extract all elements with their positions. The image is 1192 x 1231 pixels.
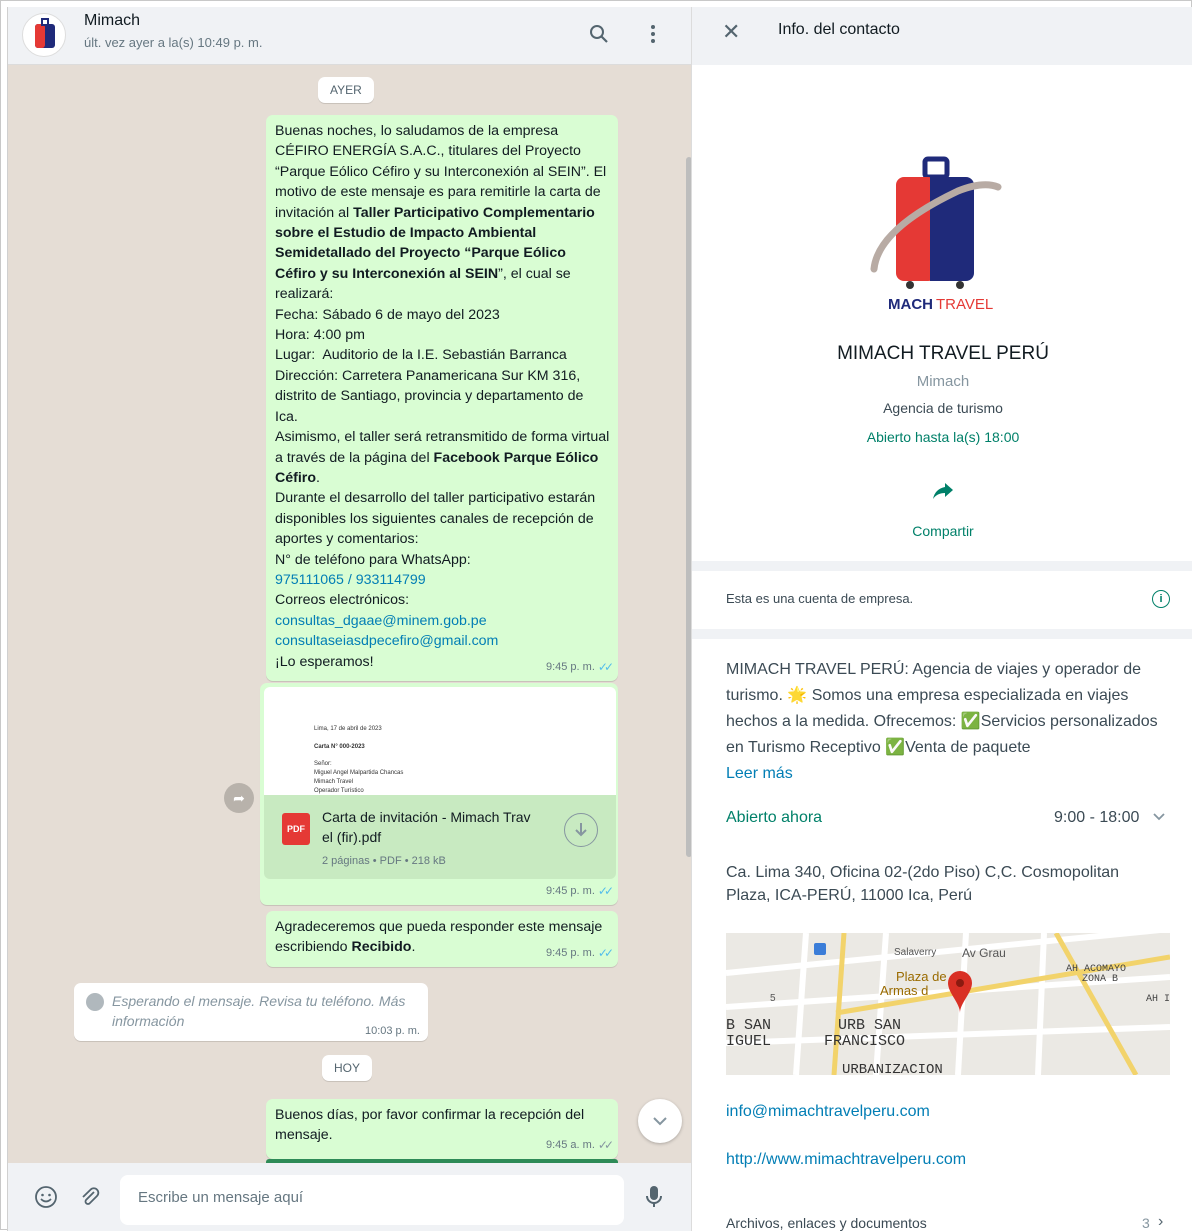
message-time: 9:45 p. m. ✓✓ [546,943,614,963]
profile-card: MACH TRAVEL MIMACH TRAVEL PERÚ Mimach Ag… [692,65,1192,561]
waiting-text: Esperando el mensaje. Revisa tu teléfono… [112,993,406,1029]
business-description: MIMACH TRAVEL PERÚ: Agencia de viajes y … [726,657,1174,787]
svg-text:Salaverry: Salaverry [894,947,936,958]
document-bar[interactable]: PDF Carta de invitación - Mimach Trav el… [264,795,616,879]
contact-avatar[interactable] [22,13,66,57]
svg-text:Armas d: Armas d [880,983,928,998]
svg-text:URB SAN: URB SAN [838,1017,901,1034]
message-time: 9:45 p. m. ✓✓ [546,881,614,901]
search-icon[interactable] [586,21,612,47]
message-time: 10:03 p. m. [364,1025,420,1037]
files-links-docs[interactable]: Archivos, enlaces y documentos [726,1215,927,1231]
hours-summary: Abierto hasta la(s) 18:00 [692,429,1192,445]
svg-text:Av Grau: Av Grau [962,946,1006,960]
share-icon[interactable] [692,481,1192,505]
location-map[interactable]: Salaverry Av Grau Plaza de Armas d 5 B S… [726,933,1170,1075]
message-text: Buenas noches, lo saludamos de la empres… [275,123,614,670]
contact-info-pane: ✕ Info. del contacto MACH TRAVEL MIMACH … [691,7,1192,1231]
chat-header[interactable]: Mimach últ. vez ayer a la(s) 10:49 p. m. [8,7,691,65]
open-status: Abierto hasta la(s) 18:00 [866,429,1020,445]
phone-link[interactable]: 975111065 / 933114799 [275,572,426,588]
info-icon[interactable]: i [1152,590,1170,608]
document-meta: 2 páginas • PDF • 218 kB [322,855,446,867]
business-notice[interactable]: Esta es una cuenta de empresa. i [692,571,1192,629]
business-details: MIMACH TRAVEL PERÚ: Agencia de viajes y … [692,639,1192,1231]
svg-text:IGUEL: IGUEL [726,1033,771,1050]
business-name: MIMACH TRAVEL PERÚ [837,343,1049,364]
business-logo[interactable]: MACH TRAVEL [858,151,1008,317]
message-time: 9:45 p. m. ✓✓ [546,657,614,677]
clock-icon [86,993,104,1011]
date-separator-today: HOY [322,1055,373,1081]
chat-pane: Mimach últ. vez ayer a la(s) 10:49 p. m.… [7,7,691,1231]
forward-icon[interactable]: ➦ [224,783,254,813]
svg-text:5: 5 [770,993,776,1004]
waiting-message[interactable]: Esperando el mensaje. Revisa tu teléfono… [74,983,428,1041]
push-name: Mimach [916,373,970,390]
svg-text:URBANIZACION: URBANIZACION [842,1062,943,1075]
document-filename: Carta de invitación - Mimach Trav el (fi… [322,809,531,845]
message-bubble[interactable]: Agradeceremos que pueda responder este m… [266,911,618,967]
microphone-icon[interactable] [640,1183,668,1211]
chevron-right-icon[interactable]: › [1158,1213,1163,1231]
svg-text:AH I: AH I [1146,994,1170,1005]
svg-text:B SAN: B SAN [726,1017,771,1034]
document-message[interactable]: Lima, 17 de abril de 2023 Carta N° 000-2… [260,683,618,905]
business-address: Ca. Lima 340, Oficina 02-(2do Piso) C,C.… [726,864,1120,904]
double-check-icon: ✓✓ [597,659,614,674]
svg-text:MACH: MACH [888,296,933,313]
svg-text:ZONA B: ZONA B [1082,974,1118,985]
emoji-icon[interactable] [32,1183,60,1211]
pdf-file-icon: PDF [282,813,310,845]
info-title: Info. del contacto [778,21,900,38]
document-preview[interactable]: Lima, 17 de abril de 2023 Carta N° 000-2… [264,687,616,795]
contact-name[interactable]: Mimach [84,12,140,30]
menu-dots-icon[interactable] [640,21,666,47]
message-time: 9:45 a. m. ✓✓ [546,1135,614,1155]
chevron-down-icon[interactable] [1152,809,1166,827]
message-input[interactable]: Escribe un mensaje aquí [120,1175,624,1225]
info-header: ✕ Info. del contacto [692,7,1192,65]
double-check-icon: ✓✓ [597,1137,614,1152]
files-count: 3 [1142,1215,1150,1231]
email-link[interactable]: consultaseiasdpecefiro@gmail.com [275,633,498,649]
last-seen-status: últ. vez ayer a la(s) 10:49 p. m. [84,35,263,50]
business-notice-text: Esta es una cuenta de empresa. [726,591,914,606]
business-website-link[interactable]: http://www.mimachtravelperu.com [726,1151,966,1169]
business-email-link[interactable]: info@mimachtravelperu.com [726,1103,930,1121]
composer-footer: Escribe un mensaje aquí [8,1163,691,1231]
double-check-icon: ✓✓ [597,883,614,898]
download-icon[interactable] [564,813,598,847]
scroll-down-button[interactable] [638,1099,682,1143]
close-icon[interactable]: ✕ [722,21,740,43]
whatsapp-window: Mimach últ. vez ayer a la(s) 10:49 p. m.… [0,0,1192,1231]
message-bubble[interactable]: Buenas noches, lo saludamos de la empres… [266,115,618,681]
svg-text:Plaza de: Plaza de [896,969,947,984]
open-now-label: Abierto ahora [726,809,823,826]
svg-text:TRAVEL: TRAVEL [936,296,993,313]
email-link[interactable]: consultas_dgaae@minem.gob.pe [275,613,487,629]
double-check-icon: ✓✓ [597,945,614,960]
hours-range[interactable]: 9:00 - 18:00 [1054,809,1139,827]
message-bubble[interactable]: Buenos días, por favor confirmar la rece… [266,1099,618,1159]
svg-text:FRANCISCO: FRANCISCO [824,1033,905,1050]
business-category: Agencia de turismo [883,400,1003,416]
date-separator-yesterday: AYER [318,77,374,103]
share-button[interactable]: Compartir [692,523,1192,539]
read-more-link[interactable]: Leer más [726,761,1174,787]
attach-clip-icon[interactable] [76,1183,104,1211]
